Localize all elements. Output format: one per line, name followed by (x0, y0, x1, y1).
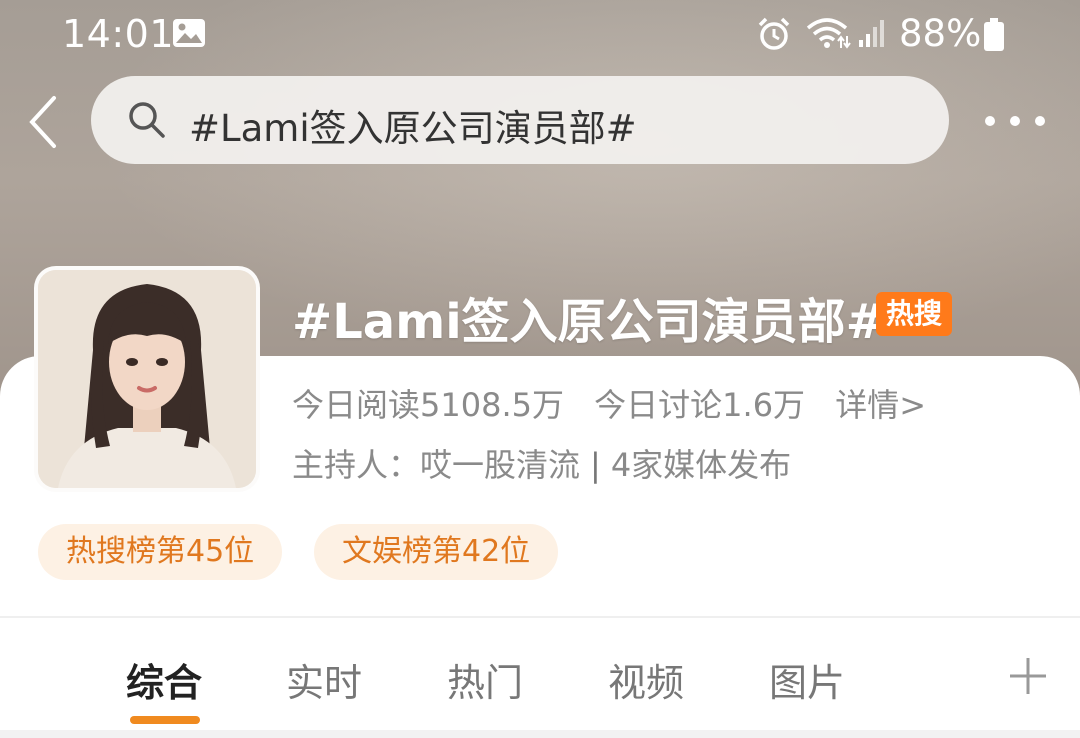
battery-percent: 88% (899, 12, 982, 55)
search-icon (129, 102, 165, 138)
rank-chip-hot-search[interactable]: 热搜榜第45位 (38, 524, 283, 580)
tab-video[interactable]: 视频 (608, 652, 684, 707)
search-query: #Lami签入原公司演员部# (189, 107, 637, 150)
alarm-icon (758, 17, 790, 50)
search-input[interactable]: #Lami签入原公司演员部# (91, 76, 949, 164)
bottom-band (0, 730, 1080, 738)
host-line: 主持人：哎一股清流 | 4家媒体发布 (292, 440, 791, 486)
tab-popular[interactable]: 热门 (447, 652, 523, 707)
topic-title: #Lami签入原公司演员部# (292, 294, 886, 350)
rank-chip-entertainment[interactable]: 文娱榜第42位 (314, 524, 559, 580)
tab-realtime[interactable]: 实时 (286, 652, 362, 707)
host-name[interactable]: 哎一股清流 (420, 446, 580, 484)
signal-icon (859, 20, 884, 47)
wifi-icon (806, 18, 851, 49)
status-time: 14:01 (62, 12, 175, 56)
status-bar: 14:01 88% (0, 0, 1080, 70)
chevron-left-icon[interactable] (24, 92, 64, 152)
plus-icon[interactable] (1008, 656, 1048, 696)
read-count: 今日阅读5108.5万 (292, 386, 564, 424)
host-label: 主持人： (292, 446, 421, 484)
discussion-count: 今日讨论1.6万 (594, 386, 806, 424)
details-link[interactable]: 详情> (835, 386, 926, 424)
media-count[interactable]: 4家媒体发布 (611, 446, 791, 484)
battery-icon (984, 18, 1004, 51)
tab-overall[interactable]: 综合 (126, 652, 202, 707)
gallery-icon (173, 19, 205, 47)
avatar-portrait (38, 270, 256, 488)
divider (0, 616, 1080, 618)
separator: | (590, 446, 601, 484)
hot-badge: 热搜 (876, 292, 953, 336)
topic-stats: 今日阅读5108.5万 今日讨论1.6万 详情> (292, 380, 946, 426)
topic-avatar[interactable] (34, 266, 260, 492)
active-tab-indicator (130, 716, 200, 724)
more-dots-icon[interactable] (980, 104, 1050, 138)
tab-images[interactable]: 图片 (769, 652, 845, 707)
